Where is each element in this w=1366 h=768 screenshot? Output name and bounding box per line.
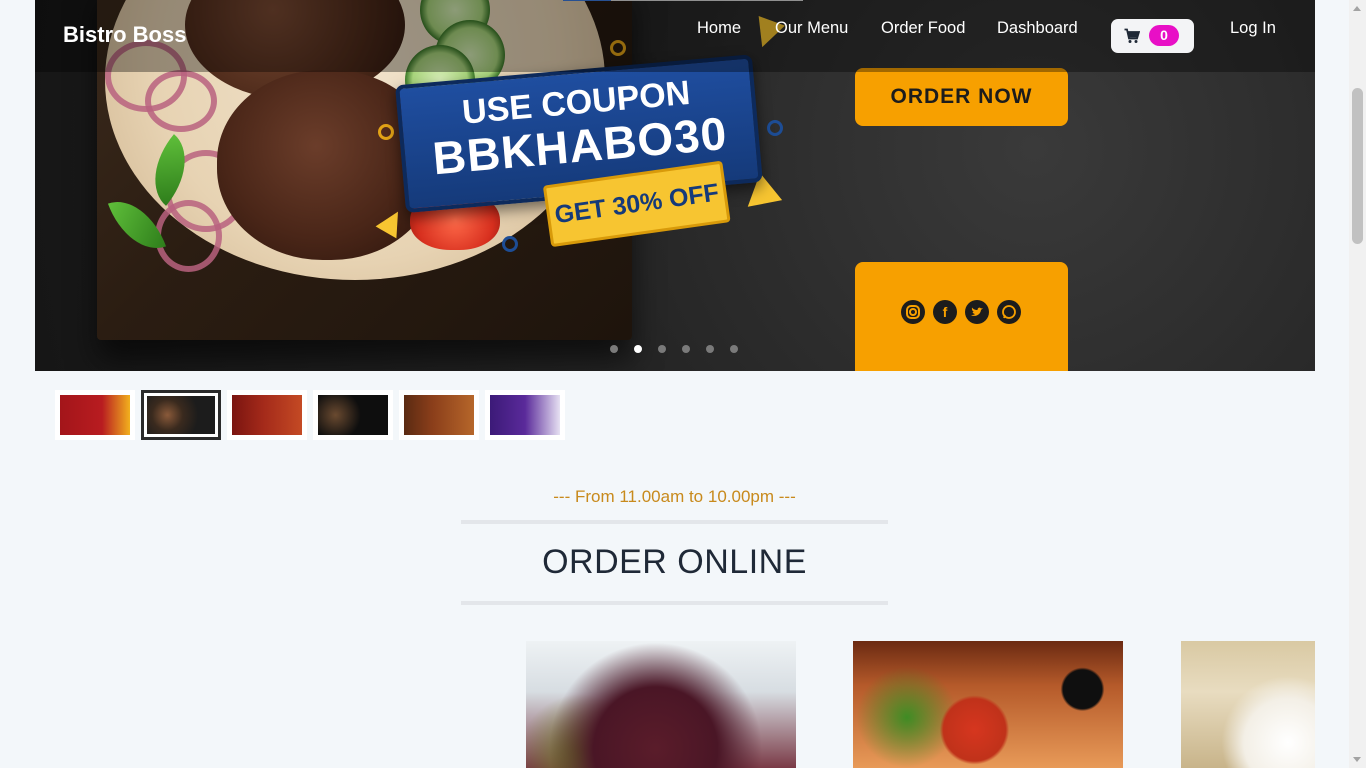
category-card-pizza[interactable] xyxy=(853,641,1123,768)
carousel-dot[interactable] xyxy=(658,345,666,353)
confetti-ring xyxy=(378,124,394,140)
nav-order-food[interactable]: Order Food xyxy=(881,19,965,38)
thumbnail-image xyxy=(60,395,130,435)
section-heading: ORDER ONLINE xyxy=(542,543,807,581)
facebook-icon[interactable]: f xyxy=(933,300,957,324)
cart-icon xyxy=(1124,28,1140,43)
page-scrollbar[interactable] xyxy=(1349,0,1366,768)
whatsapp-icon[interactable] xyxy=(997,300,1021,324)
thumbnail-6[interactable] xyxy=(485,390,565,440)
carousel-dots xyxy=(610,345,738,353)
twitter-icon[interactable] xyxy=(965,300,989,324)
thumbnail-4[interactable] xyxy=(313,390,393,440)
thumbnail-5[interactable] xyxy=(399,390,479,440)
section-subheading: --- From 11.00am to 10.00pm --- xyxy=(553,487,796,506)
confetti-ring xyxy=(502,236,518,252)
thumbnail-image xyxy=(490,395,560,435)
nav-home[interactable]: Home xyxy=(697,19,741,38)
category-card-salad[interactable] xyxy=(526,641,796,768)
title-divider-top xyxy=(461,520,888,524)
onion-ring-image xyxy=(155,200,222,272)
thumbnail-3[interactable] xyxy=(227,390,307,440)
nav-our-menu[interactable]: Our Menu xyxy=(775,19,848,38)
confetti-ring xyxy=(767,120,783,136)
thumbnail-image xyxy=(404,395,474,435)
carousel-dot[interactable] xyxy=(610,345,618,353)
carousel-dot[interactable] xyxy=(682,345,690,353)
thumbnail-image xyxy=(147,396,215,434)
thumbnail-2-active[interactable] xyxy=(141,390,221,440)
thumbnail-1[interactable] xyxy=(55,390,135,440)
carousel-dot[interactable] xyxy=(706,345,714,353)
nav-dashboard[interactable]: Dashboard xyxy=(997,19,1078,38)
thumbnail-image xyxy=(318,395,388,435)
scrollbar-thumb[interactable] xyxy=(1352,88,1363,244)
title-divider-bottom xyxy=(461,601,888,605)
order-now-button[interactable]: ORDER NOW xyxy=(855,68,1068,126)
carousel-thumbnails xyxy=(55,390,565,440)
category-card-soup[interactable] xyxy=(1181,641,1315,768)
scroll-up-arrow[interactable] xyxy=(1353,6,1361,11)
onion-ring-image xyxy=(145,70,217,132)
top-navbar: Bistro Boss Home Our Menu Order Food Das… xyxy=(35,0,1315,72)
instagram-icon[interactable] xyxy=(901,300,925,324)
cart-button[interactable]: 0 xyxy=(1111,19,1194,53)
thumbnail-image xyxy=(232,395,302,435)
carousel-dot[interactable] xyxy=(730,345,738,353)
login-link[interactable]: Log In xyxy=(1230,19,1276,38)
social-links-box: f xyxy=(855,262,1068,371)
brand-logo[interactable]: Bistro Boss xyxy=(63,22,186,48)
scroll-down-arrow[interactable] xyxy=(1353,757,1361,762)
cart-count-badge: 0 xyxy=(1149,25,1179,46)
carousel-dot-active[interactable] xyxy=(634,345,642,353)
